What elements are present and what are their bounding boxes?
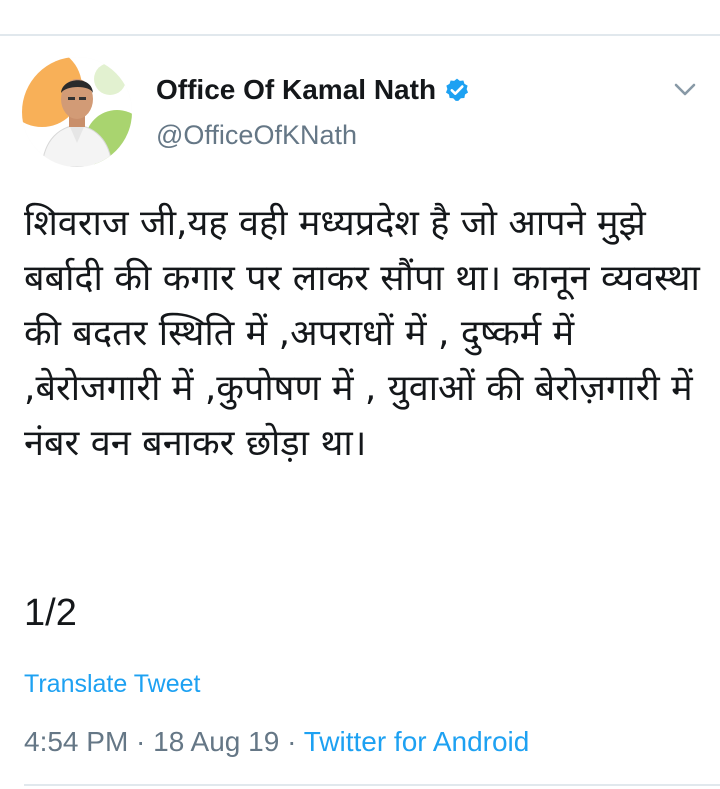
meta-separator: · (128, 726, 154, 757)
top-divider (0, 34, 720, 36)
avatar[interactable] (22, 57, 132, 167)
tweet-source-link[interactable]: Twitter for Android (304, 726, 530, 757)
thread-count: 1/2 (24, 592, 77, 634)
tweet-metadata: 4:54 PM · 18 Aug 19 · Twitter for Androi… (24, 726, 529, 758)
verified-badge-icon (444, 77, 470, 103)
user-handle[interactable]: @OfficeOfKNath (156, 120, 357, 151)
name-row: Office Of Kamal Nath (156, 70, 470, 110)
bottom-divider (24, 784, 720, 786)
tweet-time[interactable]: 4:54 PM (24, 726, 128, 757)
tweet-date[interactable]: 18 Aug 19 (153, 726, 279, 757)
chevron-down-icon[interactable] (668, 76, 702, 104)
translate-tweet-link[interactable]: Translate Tweet (24, 670, 200, 699)
meta-separator: · (279, 726, 304, 757)
display-name[interactable]: Office Of Kamal Nath (156, 74, 436, 106)
avatar-photo (22, 57, 132, 167)
tweet-text: शिवराज जी,यह वही मध्यप्रदेश है जो आपने म… (24, 203, 712, 464)
